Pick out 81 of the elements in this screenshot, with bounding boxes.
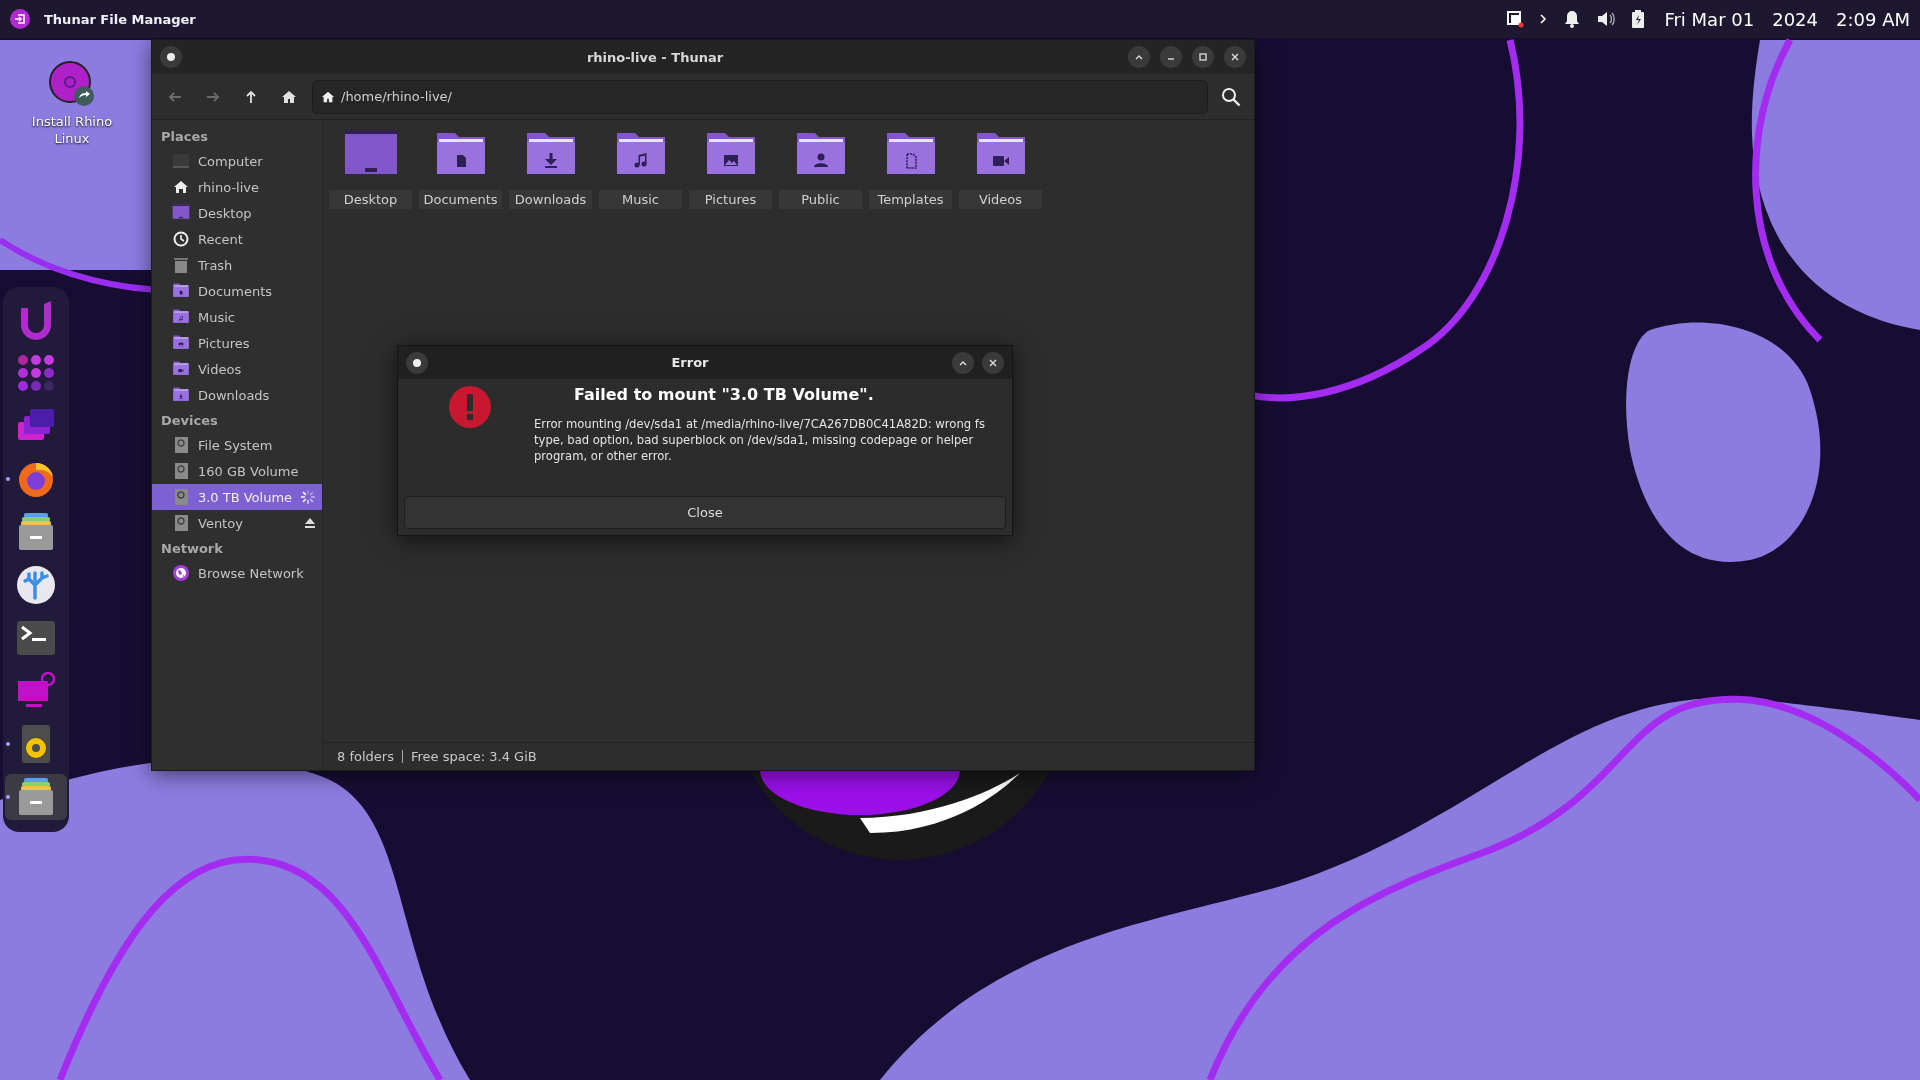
free-space: Free space: 3.4 GiB	[410, 749, 537, 764]
sidebar-item[interactable]: Ventoy	[152, 510, 322, 536]
search-icon	[1221, 86, 1241, 107]
globe-icon	[172, 564, 190, 582]
drive-icon	[172, 488, 190, 506]
folder-label[interactable]: Music	[599, 190, 682, 209]
error-message: Error mounting /dev/sda1 at /media/rhino-live/7CA267DB0C41A82D: wrong fs type, bad option, bad superblock on /dev/sda1, missing codepage or helper program, or other error.	[534, 416, 986, 465]
eject-icon[interactable]	[304, 517, 316, 529]
trash-icon	[172, 256, 190, 274]
folder-icon	[172, 282, 190, 300]
sidebar-item[interactable]: Desktop	[152, 200, 322, 226]
sidebar-item[interactable]: Pictures	[152, 330, 322, 356]
error-heading: Failed to mount "3.0 TB Volume".	[574, 385, 875, 404]
home-icon	[281, 88, 297, 105]
drive-icon	[172, 462, 190, 480]
folder-label[interactable]: Videos	[959, 190, 1042, 209]
window-title: rhino-live - Thunar	[585, 49, 725, 65]
file-cabinet-icon	[16, 777, 56, 817]
clock-icon	[172, 230, 190, 248]
folder-icon	[172, 386, 190, 404]
sidebar-item[interactable]: Documents	[152, 278, 322, 304]
folder-icon	[172, 334, 190, 352]
clock-year: 2024	[1772, 8, 1818, 30]
app-grid-icon	[16, 353, 56, 393]
clock-time: 2:09 AM	[1836, 8, 1910, 30]
folder-icon	[172, 308, 190, 326]
folder-label[interactable]: Pictures	[689, 190, 772, 209]
home-icon	[321, 89, 335, 104]
close-icon	[1230, 52, 1240, 62]
dialog-title: Error	[670, 355, 710, 370]
folder-icon	[172, 360, 190, 378]
window-menu-button[interactable]	[406, 351, 428, 374]
chevron-icon[interactable]	[1538, 13, 1549, 25]
sidebar-heading: Places	[160, 128, 210, 146]
sidebar-item[interactable]: Trash	[152, 252, 322, 278]
dock-item[interactable]	[5, 774, 67, 820]
terminal-icon	[16, 618, 56, 658]
sidebar-item[interactable]: Downloads	[152, 382, 322, 408]
folder-count: 8 folders	[337, 749, 394, 764]
folder-label[interactable]: Desktop	[329, 190, 412, 209]
close-icon	[988, 357, 998, 368]
close-button[interactable]	[982, 351, 1004, 374]
home-icon	[172, 178, 190, 196]
volume-icon[interactable]	[1596, 9, 1617, 29]
sidebar-item[interactable]: rhino-live	[152, 174, 322, 200]
error-icon	[448, 385, 492, 429]
shade-button[interactable]	[952, 351, 974, 374]
disc-icon[interactable]	[48, 60, 96, 108]
clock-date: Fri Mar 01	[1664, 8, 1755, 30]
windows-icon[interactable]	[1506, 10, 1525, 28]
sidebar-item[interactable]: File System	[152, 432, 322, 458]
monitor-icon	[172, 152, 190, 170]
logout-icon[interactable]	[10, 9, 30, 29]
sidebar-item[interactable]: 3.0 TB Volume	[152, 484, 322, 510]
file-cabinet-icon	[16, 512, 56, 552]
coral-icon	[16, 565, 56, 605]
maximize-icon	[1198, 52, 1208, 62]
drive-icon	[172, 436, 190, 454]
folder-label[interactable]: Templates	[869, 190, 952, 209]
active-app-title: Thunar File Manager	[44, 11, 196, 27]
shade-button[interactable]	[1128, 46, 1150, 68]
window-menu-button[interactable]	[160, 46, 182, 68]
sidebar-heading: Devices	[160, 412, 219, 430]
folder-label[interactable]: Documents	[419, 190, 502, 209]
drive-icon	[172, 514, 190, 532]
sidebar-item[interactable]: Music	[152, 304, 322, 330]
minimize-button[interactable]	[1160, 46, 1182, 68]
folder-icon	[172, 204, 190, 222]
sidebar-item[interactable]: 160 GB Volume	[152, 458, 322, 484]
maximize-button[interactable]	[1192, 46, 1214, 68]
folder-label[interactable]: Public	[779, 190, 862, 209]
close-dialog-button[interactable]: Close	[404, 496, 1006, 529]
folder-label[interactable]: Downloads	[509, 190, 592, 209]
sidebar-item[interactable]: Browse Network	[152, 560, 322, 586]
sidebar-item[interactable]: Computer	[152, 148, 322, 174]
sidebar-heading: Network	[160, 540, 224, 558]
location-field[interactable]: /home/rhino-live/	[312, 79, 1208, 114]
close-button[interactable]	[1224, 46, 1246, 68]
sidebar-item[interactable]: Videos	[152, 356, 322, 382]
sidebar-item[interactable]: Recent	[152, 226, 322, 252]
battery-icon[interactable]	[1630, 9, 1647, 29]
